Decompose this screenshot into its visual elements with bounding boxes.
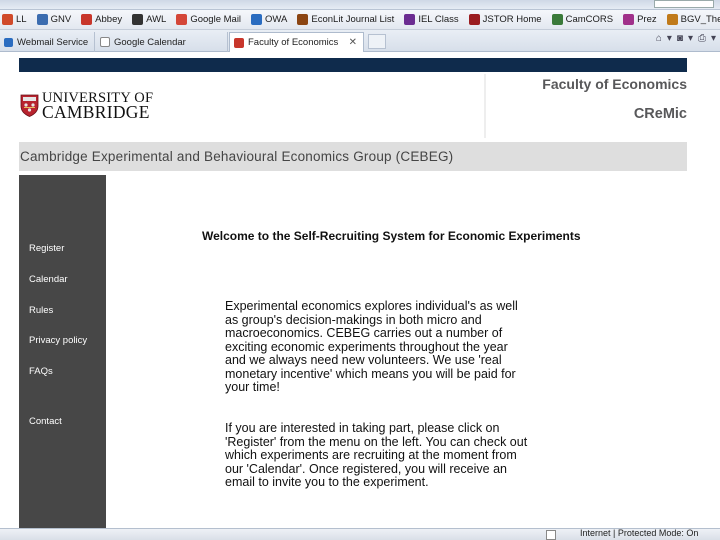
favorite-label: OWA [265,14,288,25]
tab-google-calendar[interactable]: Google Calendar [96,32,228,52]
site-title: CReMic [633,106,687,122]
favorite-bgv-thesis[interactable]: BGV_Thesis [666,14,720,25]
chevron-down-icon[interactable]: ▾ [688,33,693,44]
home-icon[interactable]: ⌂ [656,33,662,44]
sidebar-item-privacy-policy[interactable]: Privacy policy [29,335,87,346]
mail-icon [4,37,13,47]
sidebar-item-contact[interactable]: Contact [29,416,62,427]
paragraph-line: which experiments are recruiting at the … [225,448,517,462]
paragraph-line: email to invite you to the experiment. [225,475,429,489]
crest-icon [234,37,244,48]
globe-icon [36,14,48,25]
favorite-label: Prez [637,14,657,25]
paragraph-line: macroeconomics. CEBEG carries out a numb… [225,326,503,340]
favorite-label: GNV [50,14,72,25]
calendar-icon [100,37,110,47]
instructions-paragraph: If you are interested in taking part, pl… [225,421,585,490]
mail-icon [251,14,263,25]
favorite-iel-class[interactable]: IEL Class [404,14,459,25]
protected-mode-icon [546,530,556,540]
favorite-awl[interactable]: AWL [132,14,166,25]
tab-label: Google Calendar [114,36,186,48]
window-title-strip [0,0,720,10]
paragraph-line: exciting economic experiments throughout… [225,339,508,354]
page-icon [551,14,563,25]
favorite-label: AWL [146,14,167,25]
favorite-label: LL [16,14,27,25]
university-logo[interactable]: UNIVERSITY OF CAMBRIDGE [20,91,153,122]
group-title: Cambridge Experimental and Behavioural E… [19,142,687,171]
tab-label: Webmail Service [17,36,89,48]
paragraph-line: as group's decision-makings in both micr… [225,312,482,327]
header-divider [484,74,486,138]
favorites-bar: LL GNV Abbey AWL Google Mail OWA EconLit Journ… [0,10,720,30]
tab-webmail[interactable]: Webmail Service [0,32,95,52]
new-tab-button[interactable] [368,34,386,49]
paragraph-line: and we always need new volunteers. We us… [225,353,502,367]
favorite-label: IEL Class [418,14,459,25]
security-zone: Internet | Protected Mode: On [580,528,699,538]
page-icon [623,14,635,25]
chevron-down-icon[interactable]: ▾ [711,33,716,44]
favorite-ll[interactable]: LL [2,14,27,25]
jstor-icon [468,14,480,25]
sidebar-item-faqs[interactable]: FAQs [29,366,53,377]
favorite-label: Google Mail [190,14,242,25]
paragraph-line: your time! [225,380,280,394]
paragraph-line: If you are interested in taking part, pl… [225,421,500,435]
feeds-icon[interactable]: ◙ [677,33,683,44]
page-icon [132,14,144,25]
sidebar-item-calendar[interactable]: Calendar [29,274,68,285]
faculty-title: Faculty of Economics [542,76,687,92]
paragraph-line: 'Register' from the menu on the left. Yo… [225,434,528,449]
page-icon [2,14,13,25]
paragraph-line: monetary incentive' which means you will… [225,366,516,381]
status-bar: Internet | Protected Mode: On [0,528,720,540]
favorite-label: CamCORS [565,14,614,25]
favorite-label: BGV_Thesis [680,14,720,25]
command-bar: ⌂ ▾ ◙ ▾ ⎙ ▾ [656,33,716,44]
page-heading: Welcome to the Self-Recruiting System fo… [202,229,581,243]
close-icon[interactable]: ✕ [349,37,357,48]
favorite-label: EconLit Journal List [311,14,395,25]
tab-label: Faculty of Economics [248,37,339,48]
logo-line-2: CAMBRIDGE [42,102,150,122]
tab-faculty-of-economics[interactable]: Faculty of Economics ✕ [229,32,364,52]
main-content: Welcome to the Self-Recruiting System fo… [106,175,706,528]
favorite-owa[interactable]: OWA [251,14,287,25]
intro-paragraph: Experimental economics explores individu… [225,299,585,395]
print-icon[interactable]: ⎙ [698,33,706,44]
favorite-google-mail[interactable]: Google Mail [176,14,241,25]
favorite-prez[interactable]: Prez [623,14,657,25]
sidebar-nav: Register Calendar Rules Privacy policy F… [19,175,106,528]
book-icon [404,14,416,25]
top-band [19,58,687,72]
favorite-jstor-home[interactable]: JSTOR Home [468,14,542,25]
favorite-camcors[interactable]: CamCORS [551,14,614,25]
favorite-label: Abbey [95,14,123,25]
site-header: UNIVERSITY OF CAMBRIDGE Faculty of Econo… [19,72,687,140]
crest-icon [20,94,39,117]
favorite-label: JSTOR Home [482,14,542,25]
paragraph-line: our 'Calendar'. Once registered, you wil… [225,461,507,476]
favorite-abbey[interactable]: Abbey [81,14,122,25]
mail-icon [176,14,188,25]
paragraph-line: Experimental economics explores individu… [225,299,518,313]
favorite-econlit-journal-list[interactable]: EconLit Journal List [297,14,394,25]
favorite-gnv[interactable]: GNV [36,14,72,25]
tab-bar: Webmail Service Google Calendar Faculty … [0,30,720,52]
chevron-down-icon[interactable]: ▾ [667,33,672,44]
search-box[interactable] [654,0,714,8]
book-icon [297,14,309,25]
web-page: UNIVERSITY OF CAMBRIDGE Faculty of Econo… [0,53,720,528]
folder-icon [666,14,678,25]
sidebar-item-rules[interactable]: Rules [29,305,53,316]
bank-icon [81,14,93,25]
sidebar-item-register[interactable]: Register [29,243,64,254]
